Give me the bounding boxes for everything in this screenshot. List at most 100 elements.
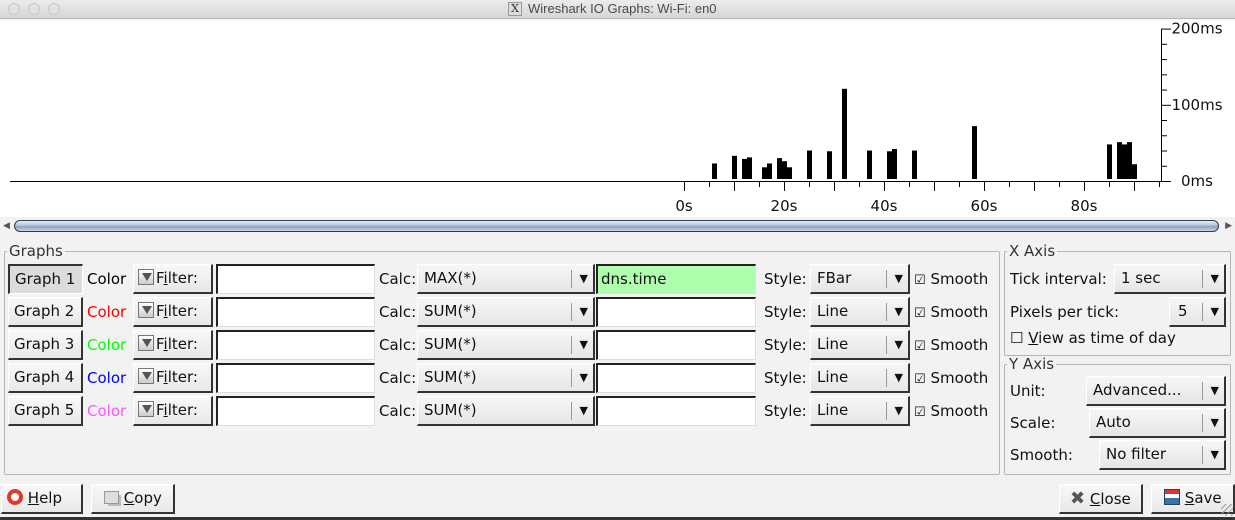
- style-label: Style:: [764, 369, 807, 387]
- help-button[interactable]: Help: [1, 484, 83, 514]
- data-bar: [887, 151, 892, 179]
- pixels-per-tick-select[interactable]: 5 ▼: [1169, 297, 1226, 327]
- help-label: Help: [27, 489, 62, 507]
- smooth-label: Smooth: [930, 303, 989, 321]
- graph-button-label: Graph 5: [14, 401, 75, 419]
- graph-4-color-label[interactable]: Color: [87, 363, 126, 393]
- graph-5-filter-input[interactable]: [216, 396, 375, 426]
- graph-5-color-label[interactable]: Color: [87, 396, 126, 426]
- data-bar: [787, 167, 792, 179]
- graph-2-filter-input[interactable]: [216, 297, 375, 327]
- style-value: Line: [817, 368, 849, 386]
- y-axis-group-title: Y Axis: [1009, 355, 1055, 373]
- graph-4-filter-input[interactable]: [216, 363, 375, 393]
- graph-4-calc-field-input[interactable]: [596, 363, 756, 393]
- graph-4-toggle-button[interactable]: Graph 4: [8, 363, 83, 393]
- chevron-down-icon: ▼: [1210, 384, 1219, 397]
- chevron-down-icon: ▼: [579, 338, 588, 351]
- graph-3-color-label[interactable]: Color: [87, 330, 126, 360]
- y-smooth-select[interactable]: No filter ▼: [1099, 440, 1226, 470]
- scrollbar-thumb[interactable]: [14, 220, 1219, 232]
- graph-3-smooth-checkbox[interactable]: ☑ Smooth: [914, 330, 988, 362]
- scroll-right-arrow-icon[interactable]: ▶: [1225, 221, 1232, 231]
- graph-2-color-label[interactable]: Color: [87, 297, 126, 327]
- graph-4-calc-select[interactable]: SUM(*) ▼: [417, 363, 595, 393]
- smooth-label: Smooth: [930, 270, 989, 288]
- data-bar: [747, 157, 752, 179]
- tick-interval-select[interactable]: 1 sec ▼: [1114, 264, 1226, 294]
- graph-3-filter-input[interactable]: [216, 330, 375, 360]
- graph-2-style-select[interactable]: Line ▼: [810, 297, 910, 327]
- graph-4-smooth-checkbox[interactable]: ☑ Smooth: [914, 363, 988, 395]
- filter-button-label: Filter:: [156, 302, 198, 320]
- graph-2-calc-field-input[interactable]: [596, 297, 756, 327]
- unit-select[interactable]: Advanced... ▼: [1086, 376, 1226, 406]
- data-bar: [1132, 164, 1137, 179]
- graph-1-toggle-button[interactable]: Graph 1: [8, 264, 83, 294]
- graph-1-style-select[interactable]: FBar ▼: [810, 264, 910, 294]
- style-label: Style:: [764, 336, 807, 354]
- graph-2-filter-button[interactable]: Filter:: [133, 297, 213, 327]
- filter-button-label: Filter:: [156, 335, 198, 353]
- graph-2-smooth-checkbox[interactable]: ☑ Smooth: [914, 297, 988, 329]
- style-value: Line: [817, 335, 849, 353]
- graph-2-calc-select[interactable]: SUM(*) ▼: [417, 297, 595, 327]
- chevron-down-icon: ▼: [894, 371, 903, 384]
- x-axis-group-title: X Axis: [1009, 242, 1056, 260]
- graph-1-filter-button[interactable]: Filter:: [133, 264, 213, 294]
- graph-4-filter-button[interactable]: Filter:: [133, 363, 213, 393]
- graph-3-filter-button[interactable]: Filter:: [133, 330, 213, 360]
- graph-4-style-select[interactable]: Line ▼: [810, 363, 910, 393]
- chevron-down-icon: ▼: [894, 272, 903, 285]
- smooth-label: Smooth: [930, 369, 989, 387]
- graph-5-smooth-checkbox[interactable]: ☑ Smooth: [914, 396, 988, 428]
- graph-2-toggle-button[interactable]: Graph 2: [8, 297, 83, 327]
- chevron-down-icon: ▼: [894, 404, 903, 417]
- checkbox-checked-icon: ☑: [914, 273, 926, 288]
- graph-1-calc-field-input[interactable]: dns.time: [596, 264, 756, 294]
- tick-interval-value: 1 sec: [1121, 269, 1161, 287]
- x-tick-label: 40s: [871, 197, 898, 215]
- io-graph-plot[interactable]: 0s 20s 40s 60s 80s 0ms 100ms 200ms: [0, 20, 1235, 217]
- chevron-down-icon: ▼: [579, 371, 588, 384]
- data-bar: [1127, 142, 1132, 179]
- filter-funnel-icon: [138, 269, 154, 285]
- graph-1-color-label[interactable]: Color: [87, 264, 126, 294]
- calc-value: SUM(*): [424, 302, 477, 320]
- lifebuoy-icon: [7, 489, 23, 505]
- resize-grip[interactable]: [1221, 504, 1233, 516]
- copy-label: Copy: [123, 489, 162, 507]
- data-bar: [912, 150, 917, 179]
- checkbox-unchecked-icon: ☐: [1010, 329, 1024, 347]
- graph-5-toggle-button[interactable]: Graph 5: [8, 396, 83, 426]
- style-value: FBar: [817, 269, 852, 287]
- calc-value: SUM(*): [424, 401, 477, 419]
- chevron-down-icon: ▼: [579, 404, 588, 417]
- graph-5-filter-button[interactable]: Filter:: [133, 396, 213, 426]
- graph-1-filter-input[interactable]: [216, 264, 375, 294]
- graph-horizontal-scrollbar[interactable]: ◀ ▶: [0, 218, 1235, 235]
- data-bar: [712, 163, 717, 179]
- graph-3-calc-select[interactable]: SUM(*) ▼: [417, 330, 595, 360]
- copy-button[interactable]: Copy: [91, 484, 175, 514]
- checkbox-checked-icon: ☑: [914, 339, 926, 354]
- style-value: Line: [817, 401, 849, 419]
- graph-3-calc-field-input[interactable]: [596, 330, 756, 360]
- x-tick-label: 60s: [971, 197, 998, 215]
- data-bar: [1117, 142, 1122, 179]
- graph-5-calc-select[interactable]: SUM(*) ▼: [417, 396, 595, 426]
- graph-5-calc-field-input[interactable]: [596, 396, 756, 426]
- filter-funnel-icon: [138, 368, 154, 384]
- scale-select[interactable]: Auto ▼: [1089, 408, 1226, 438]
- graph-1-smooth-checkbox[interactable]: ☑ Smooth: [914, 264, 988, 296]
- graph-3-toggle-button[interactable]: Graph 3: [8, 330, 83, 360]
- graph-5-style-select[interactable]: Line ▼: [810, 396, 910, 426]
- style-label: Style:: [764, 402, 807, 420]
- graph-1-calc-select[interactable]: MAX(*) ▼: [417, 264, 595, 294]
- close-button[interactable]: ✖ Close: [1059, 484, 1143, 514]
- io-graph-chart: 0s 20s 40s 60s 80s 0ms 100ms 200ms: [10, 20, 1223, 215]
- graph-3-style-select[interactable]: Line ▼: [810, 330, 910, 360]
- scroll-left-arrow-icon[interactable]: ◀: [3, 221, 10, 231]
- time-of-day-checkbox[interactable]: ☐ View as time of day: [1010, 323, 1176, 353]
- close-label: Close: [1089, 490, 1131, 508]
